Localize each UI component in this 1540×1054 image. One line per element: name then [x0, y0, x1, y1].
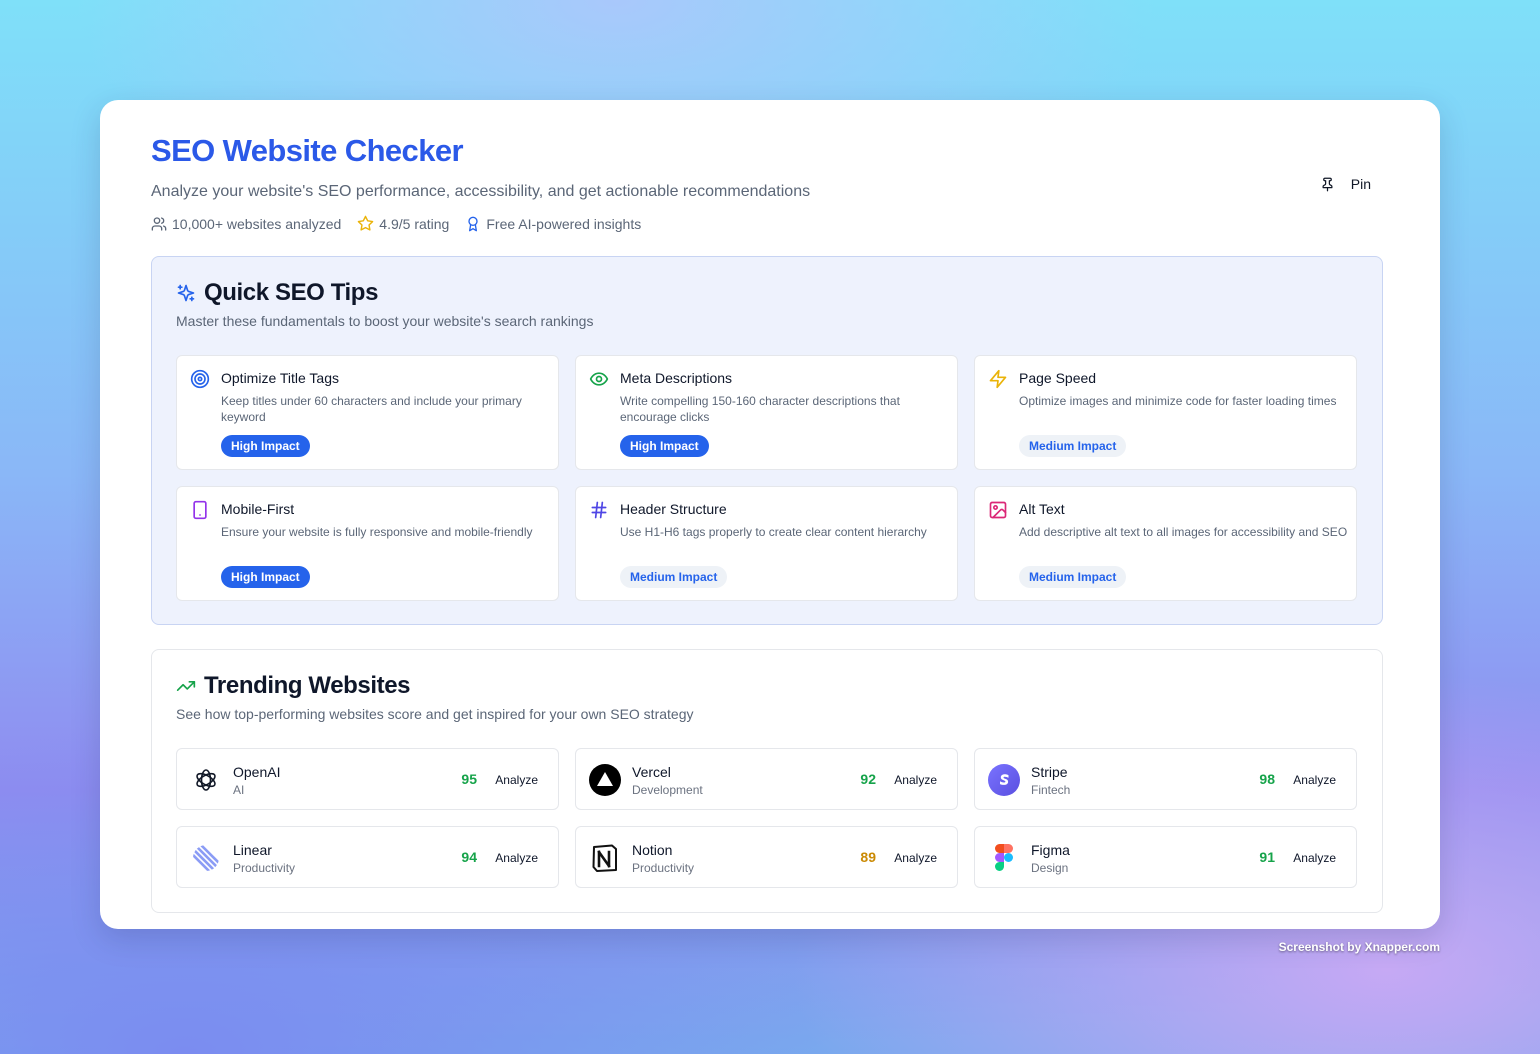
- impact-badge: High Impact: [620, 435, 709, 457]
- linear-logo-icon: [193, 845, 219, 871]
- notion-logo-icon: [592, 844, 617, 872]
- site-name: Figma: [1031, 842, 1070, 858]
- tip-card[interactable]: Optimize Title Tags Keep titles under 60…: [176, 355, 559, 470]
- pin-button[interactable]: Pin: [1320, 172, 1371, 196]
- impact-badge: Medium Impact: [620, 566, 728, 588]
- analyze-button[interactable]: Analyze: [1293, 851, 1336, 865]
- stat-label: 10,000+ websites analyzed: [172, 215, 342, 232]
- impact-badge: High Impact: [221, 435, 310, 457]
- stat-label: 4.9/5 rating: [379, 215, 450, 232]
- tip-card[interactable]: Alt Text Add descriptive alt text to all…: [974, 486, 1357, 601]
- tip-card[interactable]: Header Structure Use H1-H6 tags properly…: [575, 486, 958, 601]
- section-subtitle: Master these fundamentals to boost your …: [176, 313, 594, 329]
- analyze-button[interactable]: Analyze: [894, 851, 937, 865]
- trending-websites-section: Trending Websites See how top-performing…: [151, 649, 1383, 913]
- analyze-button[interactable]: Analyze: [1293, 773, 1336, 787]
- vercel-logo-icon: [589, 764, 621, 796]
- site-card-figma[interactable]: Figma Design 91 Analyze: [974, 826, 1357, 888]
- tip-description: Optimize images and minimize code for fa…: [1019, 394, 1337, 408]
- site-category: Fintech: [1031, 783, 1071, 797]
- seo-score: 98: [1259, 771, 1275, 787]
- page-title: SEO Website Checker: [151, 133, 464, 168]
- sparkles-icon: [177, 284, 195, 302]
- site-card-linear[interactable]: Linear Productivity 94 Analyze: [176, 826, 559, 888]
- section-title: Trending Websites: [204, 672, 411, 699]
- image-icon: [989, 501, 1007, 519]
- stat-websites-analyzed: 10,000+ websites analyzed: [151, 216, 341, 232]
- section-heading: Quick SEO Tips: [176, 279, 378, 307]
- tip-card[interactable]: Page Speed Optimize images and minimize …: [974, 355, 1357, 470]
- tip-title: Mobile-First: [221, 501, 295, 517]
- tip-description: Ensure your website is fully responsive …: [221, 525, 533, 539]
- seo-score: 94: [461, 849, 477, 865]
- page-header: SEO Website Checker Analyze your website…: [151, 132, 1389, 232]
- tip-description: Use H1-H6 tags properly to create clear …: [620, 525, 927, 539]
- stat-label: Free AI-powered insights: [486, 215, 642, 232]
- impact-badge: High Impact: [221, 566, 310, 588]
- tip-description: Write compelling 150-160 character descr…: [620, 394, 900, 424]
- tip-title: Alt Text: [1019, 501, 1065, 517]
- site-name: Linear: [233, 842, 272, 858]
- stat-ai-insights: Free AI-powered insights: [465, 216, 641, 232]
- analyze-button[interactable]: Analyze: [495, 851, 538, 865]
- site-category: Productivity: [632, 861, 695, 875]
- section-heading: Trending Websites: [176, 672, 411, 700]
- tip-title: Optimize Title Tags: [221, 370, 340, 386]
- site-category: Design: [1031, 861, 1069, 875]
- site-name: OpenAI: [233, 764, 281, 780]
- smartphone-icon: [193, 500, 207, 520]
- award-icon: [468, 216, 479, 231]
- stats-row: 10,000+ websites analyzed 4.9/5 rating F…: [151, 215, 1389, 232]
- pin-icon: [1322, 177, 1333, 191]
- eye-icon: [589, 372, 609, 386]
- impact-badge: Medium Impact: [1019, 566, 1127, 588]
- tip-title: Header Structure: [620, 501, 727, 517]
- tip-card[interactable]: Meta Descriptions Write compelling 150-1…: [575, 355, 958, 470]
- trending-up-icon: [176, 681, 196, 691]
- site-card-notion[interactable]: Notion Productivity 89 Analyze: [575, 826, 958, 888]
- star-icon: [358, 215, 374, 231]
- section-subtitle: See how top-performing websites score an…: [176, 706, 694, 722]
- analyze-button[interactable]: Analyze: [495, 773, 538, 787]
- site-card-stripe[interactable]: Stripe Fintech 98 Analyze: [974, 748, 1357, 810]
- tip-title: Meta Descriptions: [620, 370, 733, 386]
- seo-score: 95: [461, 771, 477, 787]
- seo-score: 92: [860, 771, 876, 787]
- analyze-button[interactable]: Analyze: [894, 773, 937, 787]
- users-icon: [151, 216, 167, 231]
- figma-logo-icon: [995, 844, 1013, 871]
- section-title: Quick SEO Tips: [204, 279, 379, 306]
- site-category: Development: [632, 783, 703, 797]
- site-name: Stripe: [1031, 764, 1068, 780]
- page-subtitle: Analyze your website's SEO performance, …: [151, 183, 811, 200]
- impact-badge: Medium Impact: [1019, 435, 1127, 457]
- stripe-logo-icon: [988, 764, 1020, 796]
- app-window: SEO Website Checker Analyze your website…: [100, 100, 1440, 929]
- site-category: Productivity: [233, 861, 296, 875]
- hash-icon: [591, 501, 607, 519]
- pin-label: Pin: [1350, 176, 1371, 192]
- site-card-openai[interactable]: OpenAI AI 95 Analyze: [176, 748, 559, 810]
- tip-card[interactable]: Mobile-First Ensure your website is full…: [176, 486, 559, 601]
- zap-icon: [989, 369, 1007, 389]
- stat-rating: 4.9/5 rating: [357, 215, 449, 232]
- tip-description: Add descriptive alt text to all images f…: [1019, 525, 1348, 539]
- site-category: AI: [233, 783, 245, 797]
- site-name: Vercel: [632, 764, 671, 780]
- tip-description: Keep titles under 60 characters and incl…: [221, 394, 522, 424]
- watermark: Screenshot by Xnapper.com: [1278, 940, 1440, 954]
- quick-seo-tips-section: Quick SEO Tips Master these fundamentals…: [151, 256, 1383, 625]
- seo-score: 89: [860, 849, 876, 865]
- openai-logo-icon: [196, 769, 216, 791]
- target-icon: [190, 369, 210, 389]
- site-card-vercel[interactable]: Vercel Development 92 Analyze: [575, 748, 958, 810]
- site-name: Notion: [632, 842, 673, 858]
- seo-score: 91: [1259, 849, 1275, 865]
- tip-title: Page Speed: [1019, 370, 1097, 386]
